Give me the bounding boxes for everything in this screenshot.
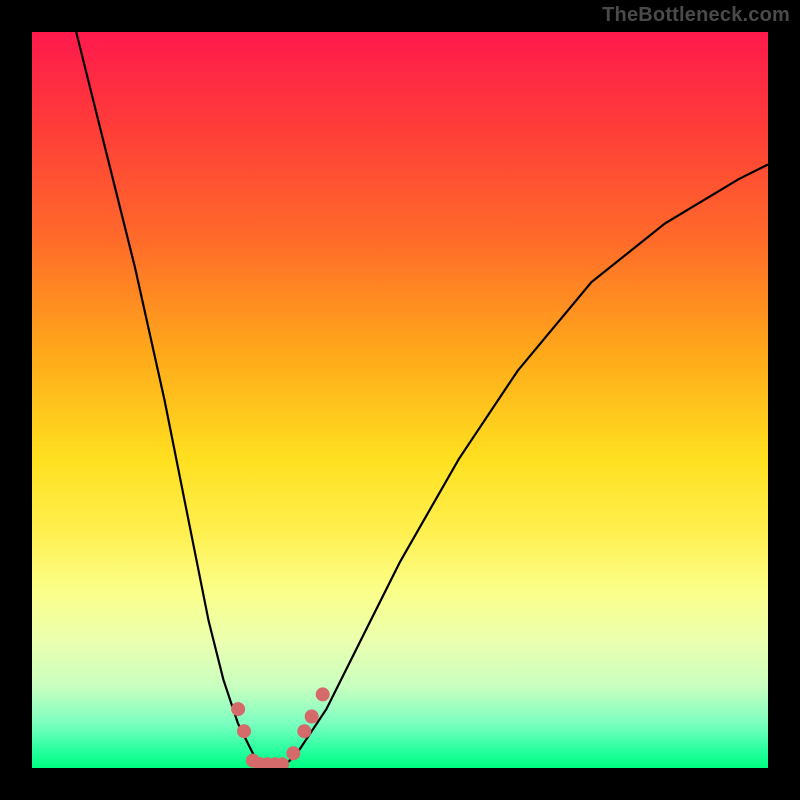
curve-marker bbox=[237, 724, 251, 738]
watermark-text: TheBottleneck.com bbox=[602, 4, 790, 27]
bottleneck-curve bbox=[76, 32, 768, 768]
curve-marker bbox=[316, 687, 330, 701]
curve-marker bbox=[231, 702, 245, 716]
chart-svg bbox=[32, 32, 768, 768]
curve-marker bbox=[297, 724, 311, 738]
curve-marker bbox=[286, 746, 300, 760]
chart-plot-area bbox=[32, 32, 768, 768]
curve-marker bbox=[305, 710, 319, 724]
chart-outer-frame: TheBottleneck.com bbox=[0, 0, 800, 800]
